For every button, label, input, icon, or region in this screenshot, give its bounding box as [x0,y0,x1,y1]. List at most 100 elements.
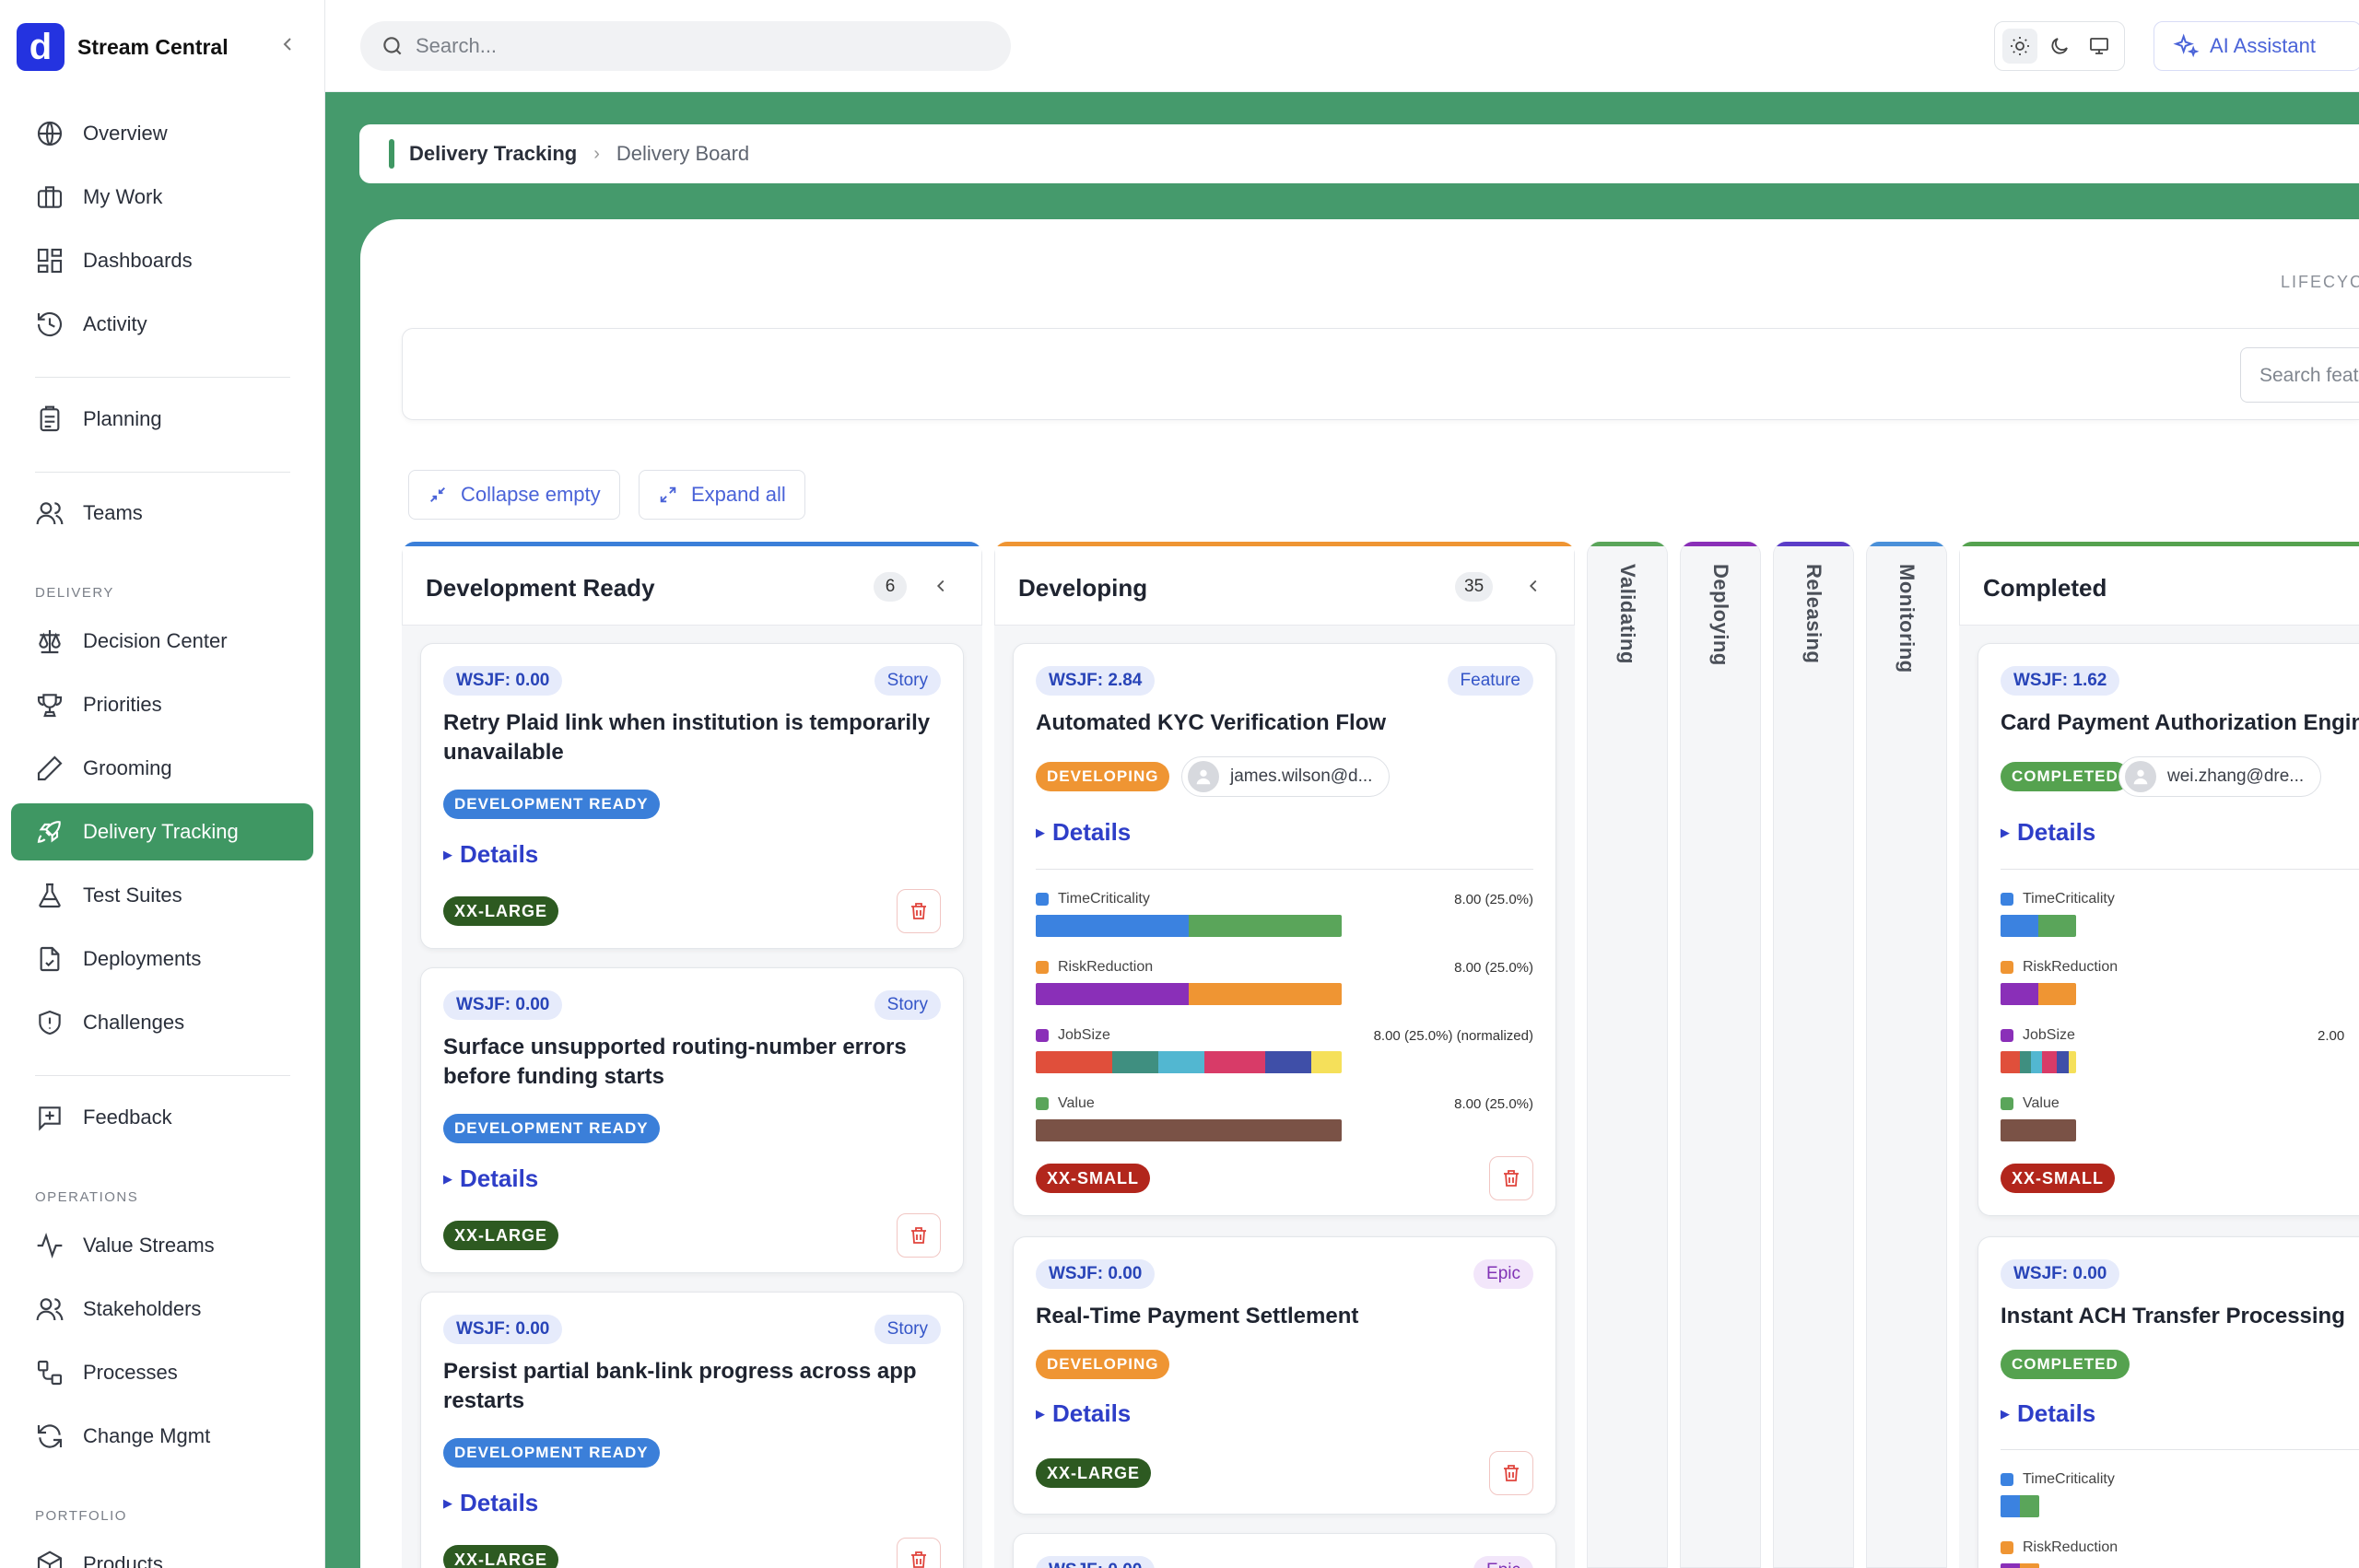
delete-button[interactable] [1489,1451,1533,1495]
sidebar-item-teams[interactable]: Teams [11,485,313,542]
light-theme-button[interactable] [2002,29,2038,64]
details-toggle[interactable]: ▶ Details [443,1164,538,1193]
sidebar-item-label: Activity [83,312,147,335]
column-header: Completed [1959,546,2359,626]
file-check-icon [40,946,60,972]
sidebar-item-stakeholders[interactable]: Stakeholders [11,1281,313,1338]
work-item-card[interactable]: WSJF: 0.00 Story Persist partial bank-li… [420,1292,964,1568]
work-item-card[interactable]: WSJF: 0.00 Epic [1013,1533,1556,1568]
shield-alert-icon [39,1010,61,1036]
column-validating[interactable]: Validating [1587,542,1668,1568]
details-toggle[interactable]: ▶ Details [2001,1399,2095,1428]
sidebar-item-processes[interactable]: Processes [11,1344,313,1401]
collapse-column-chevron-icon[interactable] [931,576,951,596]
sidebar-item-label: Challenges [83,1011,185,1034]
column-completed: Completed WSJF: 1.62 Card Payment Author… [1959,542,2359,1568]
column-deploying[interactable]: Deploying [1680,542,1761,1568]
system-theme-button[interactable] [2082,29,2117,64]
card-title: Persist partial bank-link progress acros… [443,1359,917,1413]
details-label: Details [460,840,539,868]
sidebar-item-deployments[interactable]: Deployments [11,930,313,988]
delete-button[interactable] [897,889,941,933]
work-item-card[interactable]: WSJF: 0.00 Story Surface unsupported rou… [420,967,964,1273]
triangle-right-icon: ▶ [2001,1406,2010,1421]
sidebar-item-challenges[interactable]: Challenges [11,994,313,1051]
work-item-card[interactable]: WSJF: 0.00 Story Retry Plaid link when i… [420,643,964,949]
details-toggle[interactable]: ▶ Details [443,1489,538,1517]
sidebar-item-value-streams[interactable]: Value Streams [11,1217,313,1274]
ai-assistant-button[interactable]: AI Assistant [2154,21,2359,71]
work-item-card[interactable]: WSJF: 1.62 Card Payment Authorization En… [1978,643,2359,1216]
column-releasing[interactable]: Releasing [1773,542,1854,1568]
sidebar-item-delivery-tracking[interactable]: Delivery Tracking [11,803,313,860]
size-badge: XX-SMALL [2001,1164,2115,1193]
sidebar-item-products[interactable]: Products [11,1536,313,1568]
triangle-right-icon: ▶ [2001,825,2010,839]
sidebar-item-decision-center[interactable]: Decision Center [11,613,313,670]
column-monitoring[interactable]: Monitoring [1866,542,1947,1568]
moon-icon [2051,38,2068,54]
column-title: Validating [1616,564,1639,664]
metric-bar [2001,1051,2076,1073]
metric-bar [2001,915,2076,937]
metric-bar [2001,1563,2039,1568]
details-toggle[interactable]: ▶ Details [1036,818,1131,847]
metric-bar [1036,983,1342,1005]
details-toggle[interactable]: ▶ Details [2001,818,2095,847]
metric-value: 2.00 [2318,1028,2345,1044]
filter-panel: Search feat [402,328,2359,420]
assignee-chip[interactable]: wei.zhang@dre... [2118,756,2322,797]
metric-value: 8.00 (25.0%) [1454,960,1533,976]
card-title: Real-Time Payment Settlement [1036,1304,1359,1328]
sidebar-item-feedback[interactable]: Feedback [11,1089,313,1146]
scale-icon [39,630,61,654]
sidebar-item-grooming[interactable]: Grooming [11,740,313,797]
column-accent [1867,542,1946,546]
work-item-card[interactable]: WSJF: 0.00 Instant ACH Transfer Processi… [1978,1236,2359,1568]
type-badge: Feature [1447,666,1533,696]
assignee-chip[interactable]: james.wilson@d... [1181,756,1391,797]
work-item-card[interactable]: WSJF: 0.00 Epic Real-Time Payment Settle… [1013,1236,1556,1515]
details-label: Details [2017,1399,2096,1427]
metric-label: RiskReduction [2001,1539,2118,1556]
sidebar-item-test-suites[interactable]: Test Suites [11,867,313,924]
delete-button[interactable] [897,1538,941,1568]
collapse-sidebar-chevron-icon[interactable] [276,33,299,55]
activity-icon [37,1233,63,1258]
type-badge: Story [874,666,941,696]
card-title: Card Payment Authorization Engine [2001,710,2359,735]
sidebar-item-planning[interactable]: Planning [11,391,313,448]
triangle-right-icon: ▶ [443,1495,452,1510]
delete-button[interactable] [1489,1156,1533,1200]
sidebar-item-change-mgmt[interactable]: Change Mgmt [11,1408,313,1465]
metric-value: 8.00 (25.0%) [1454,892,1533,907]
sidebar-item-activity[interactable]: Activity [11,296,313,353]
delete-button[interactable] [897,1213,941,1258]
breadcrumb-root[interactable]: Delivery Tracking [409,142,577,166]
sidebar-item-priorities[interactable]: Priorities [11,676,313,733]
card-title: Surface unsupported routing-number error… [443,1035,907,1089]
sidebar-item-overview[interactable]: Overview [11,105,313,162]
details-toggle[interactable]: ▶ Details [1036,1399,1131,1428]
status-badge: DEVELOPING [1036,1350,1170,1379]
work-item-card[interactable]: WSJF: 2.84 Feature Automated KYC Verific… [1013,643,1556,1216]
breadcrumb-accent [389,139,394,169]
ai-assistant-label: AI Assistant [2210,34,2316,57]
collapse-column-chevron-icon[interactable] [1523,576,1543,596]
dark-theme-button[interactable] [2042,29,2077,64]
feature-search-input[interactable]: Search feat [2240,347,2359,403]
divider [1036,869,1533,870]
divider [2001,1449,2359,1450]
sidebar-item-label: Stakeholders [83,1297,202,1320]
column-accent [1681,542,1760,546]
expand-all-button[interactable]: Expand all [639,470,805,520]
global-search-input[interactable]: Search... [360,21,1011,71]
column-count-badge: 6 [874,572,907,602]
details-toggle[interactable]: ▶ Details [443,840,538,869]
collapse-empty-button[interactable]: Collapse empty [408,470,620,520]
nav-divider [35,1075,290,1076]
sidebar-item-dashboards[interactable]: Dashboards [11,232,313,289]
brand[interactable]: d Stream Central [17,23,229,71]
section-delivery: DELIVERY [35,585,114,601]
sidebar-item-my-work[interactable]: My Work [11,169,313,226]
